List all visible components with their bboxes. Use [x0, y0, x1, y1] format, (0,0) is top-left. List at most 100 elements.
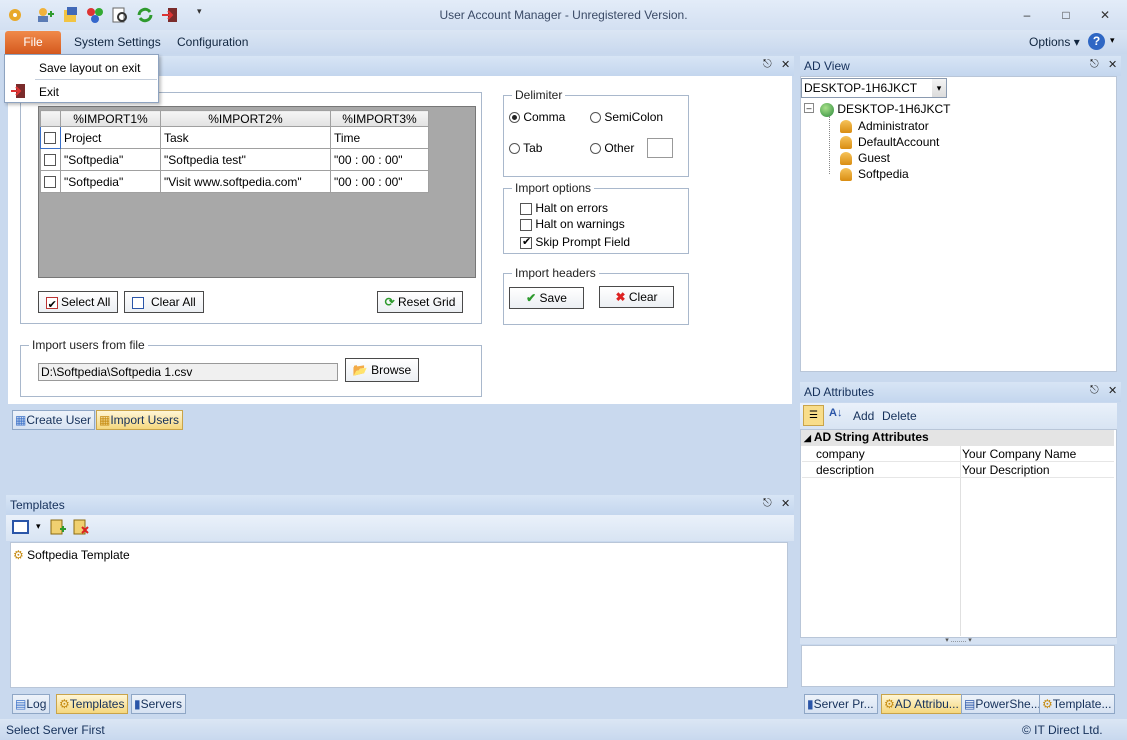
sort-az-icon[interactable]: A↓ [829, 407, 842, 419]
import-headers-title: Import headers [512, 266, 599, 280]
table-row: "Softpedia" "Visit www.softpedia.com" "0… [40, 170, 429, 193]
system-settings-menu[interactable]: System Settings [74, 35, 161, 49]
save-button[interactable]: ✔ Save [509, 287, 584, 309]
grid-cell[interactable]: "00 : 00 : 00" [330, 148, 429, 171]
clear-button[interactable]: ✖ Clear [599, 286, 674, 308]
halt-warnings-checkbox[interactable]: Halt on warnings [520, 217, 625, 231]
row-checkbox[interactable] [44, 176, 56, 189]
help-dropdown-icon[interactable]: ▾ [1110, 35, 1115, 46]
maximize-icon[interactable]: □ [1056, 6, 1076, 24]
tab-ad-attributes[interactable]: ⚙AD Attribu... [881, 694, 963, 714]
grid-cell[interactable]: "Visit www.softpedia.com" [160, 170, 331, 193]
tab-create-user[interactable]: ▦Create User [12, 410, 96, 430]
grid-cell[interactable]: "00 : 00 : 00" [330, 170, 429, 193]
options-menu[interactable]: Options ▾ [1029, 35, 1080, 49]
grid-cell[interactable]: Project [60, 126, 161, 149]
close-panel-icon[interactable]: ✕ [1108, 384, 1117, 397]
property-category[interactable]: ◢ AD String Attributes [801, 430, 1114, 446]
row-checkbox[interactable] [44, 132, 56, 145]
pin-icon[interactable]: ⎋ [1090, 384, 1099, 397]
radio-semicolon[interactable]: SemiColon [590, 110, 663, 124]
templates-panel-header: Templates ⎋ ✕ [6, 495, 794, 515]
halt-errors-checkbox[interactable]: Halt on errors [520, 201, 608, 215]
tree-item-user[interactable]: Guest [840, 151, 890, 166]
grid-cell[interactable]: "Softpedia" [60, 148, 161, 171]
help-icon[interactable]: ? [1088, 33, 1105, 50]
tab-servers[interactable]: ▮Servers [131, 694, 186, 714]
tab-server-properties[interactable]: ▮Server Pr... [804, 694, 878, 714]
radio-tab[interactable]: Tab [509, 141, 542, 155]
file-path-input[interactable]: D:\Softpedia\Softpedia 1.csv [38, 363, 338, 381]
save-layout-menu-item[interactable]: Save layout on exit [39, 61, 140, 75]
minimize-icon[interactable]: – [1017, 6, 1037, 24]
grid-cell[interactable]: "Softpedia test" [160, 148, 331, 171]
tree-item-user[interactable]: Administrator [840, 119, 929, 134]
chevron-down-icon[interactable]: ▾ [932, 79, 946, 97]
tree-item-user[interactable]: Softpedia [840, 167, 909, 182]
server-combo[interactable]: DESKTOP-1H6JKCT ▾ [801, 78, 947, 98]
radio-other[interactable]: Other [590, 141, 634, 155]
checkbox-checked-icon [45, 295, 58, 315]
attributes-toolbar: ☰ A↓ Add Delete [800, 403, 1117, 429]
grid-cell[interactable]: Time [330, 126, 429, 149]
configuration-menu[interactable]: Configuration [177, 35, 248, 49]
view-icon[interactable] [12, 520, 29, 534]
property-row[interactable]: description Your Description [802, 462, 1114, 478]
file-menu-button[interactable]: File [5, 31, 61, 54]
delete-template-icon[interactable] [73, 518, 89, 539]
tree-collapse-icon[interactable]: – [804, 103, 814, 113]
user-icon [840, 152, 852, 166]
add-template-icon[interactable] [50, 518, 66, 539]
grid-cell[interactable]: "Softpedia" [60, 170, 161, 193]
grid-cell[interactable]: Task [160, 126, 331, 149]
exit-menu-item[interactable]: Exit [39, 85, 59, 99]
tree-item-user[interactable]: DefaultAccount [840, 135, 939, 150]
gear-icon: ⚙ [884, 697, 895, 711]
tab-template[interactable]: ⚙Template... [1039, 694, 1116, 714]
grid-header-2[interactable]: %IMPORT2% [160, 110, 331, 127]
user-icon [840, 136, 852, 150]
browse-button[interactable]: 📂 Browse [345, 358, 419, 382]
pin-icon[interactable]: ⎋ [763, 497, 772, 510]
pin-icon[interactable]: ⎋ [763, 58, 772, 71]
tab-import-users[interactable]: ▦Import Users [96, 410, 184, 430]
categorized-icon[interactable]: ☰ [803, 405, 824, 426]
tree-root[interactable]: DESKTOP-1H6JKCT [820, 102, 950, 117]
tree-lines [829, 116, 830, 174]
reset-grid-button[interactable]: ⟳ Reset Grid [377, 291, 463, 313]
ad-attributes-header: AD Attributes ⎋ ✕ [800, 382, 1121, 402]
splitter-handle[interactable]: ▾ ........ ▾ [800, 637, 1117, 644]
title-bar: ▾ User Account Manager - Unregistered Ve… [0, 0, 1127, 30]
property-row[interactable]: company Your Company Name [802, 446, 1114, 462]
gear-icon: ⚙ [1042, 697, 1053, 711]
tab-templates[interactable]: ⚙Templates [56, 694, 129, 714]
server-icon: ▮ [807, 697, 814, 711]
checkbox-empty-icon [132, 296, 145, 309]
close-panel-icon[interactable]: ✕ [781, 58, 790, 71]
select-all-button[interactable]: Select All [38, 291, 118, 315]
user-icon [840, 120, 852, 134]
log-icon: ▤ [15, 697, 27, 711]
close-panel-icon[interactable]: ✕ [1108, 58, 1117, 71]
list-item[interactable]: ⚙ Softpedia Template [13, 548, 130, 562]
status-bar: Select Server First © IT Direct Ltd. [0, 719, 1127, 740]
close-icon[interactable]: ✕ [1095, 6, 1115, 24]
other-delimiter-input[interactable] [647, 138, 673, 158]
view-dropdown-icon[interactable]: ▾ [36, 521, 41, 532]
grid-header-1[interactable]: %IMPORT1% [60, 110, 161, 127]
pin-icon[interactable]: ⎋ [1090, 58, 1099, 71]
create-user-icon: ▦ [15, 413, 27, 427]
skip-prompt-checkbox[interactable]: Skip Prompt Field [520, 235, 630, 249]
tab-powershell[interactable]: ▤PowerShe... [961, 694, 1045, 714]
delete-attribute-button[interactable]: Delete [882, 409, 917, 423]
ad-view-title: AD View [800, 56, 1121, 76]
server-icon: ▮ [134, 697, 141, 711]
clear-all-button[interactable]: Clear All [124, 291, 204, 313]
row-checkbox[interactable] [44, 154, 56, 167]
grid-corner [40, 110, 61, 127]
grid-header-3[interactable]: %IMPORT3% [330, 110, 429, 127]
tab-log[interactable]: ▤Log [12, 694, 51, 714]
radio-comma[interactable]: Comma [509, 110, 565, 124]
close-panel-icon[interactable]: ✕ [781, 497, 790, 510]
add-attribute-button[interactable]: Add [853, 409, 874, 423]
